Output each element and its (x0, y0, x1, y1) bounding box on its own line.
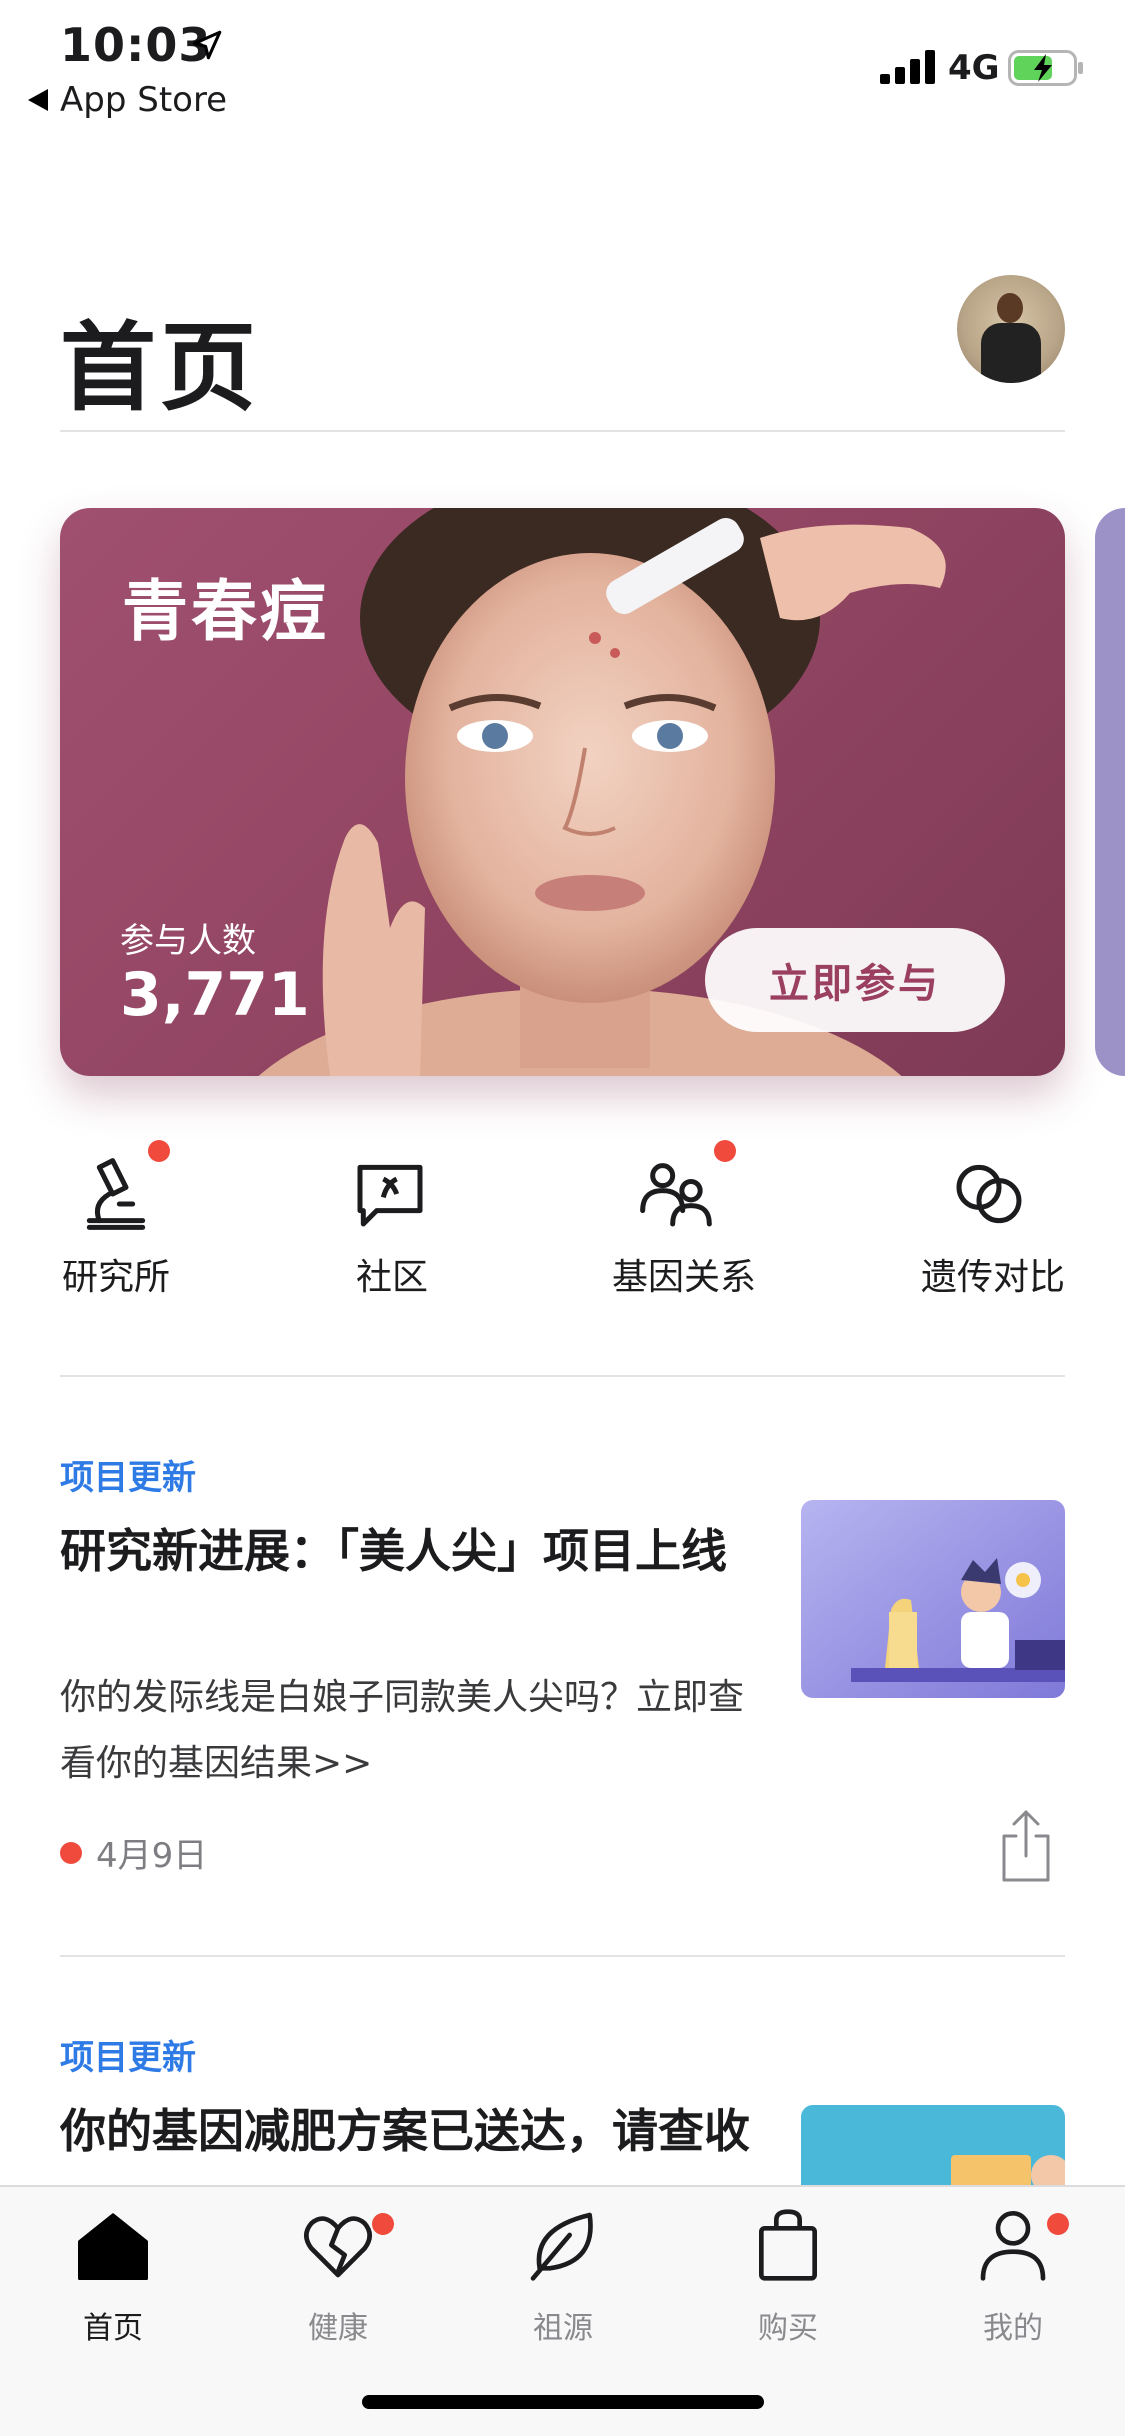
tab-home[interactable]: 首页 (33, 2205, 193, 2355)
actions-divider (60, 1375, 1065, 1377)
tab-ancestry[interactable]: 祖源 (483, 2205, 643, 2355)
tab-me[interactable]: 我的 (933, 2205, 1093, 2355)
heart-icon (304, 2216, 372, 2278)
network-type: 4G (948, 48, 1000, 88)
tab-health[interactable]: 健康 (258, 2205, 418, 2355)
header-divider (60, 430, 1065, 432)
status-time: 10:03 (60, 18, 212, 72)
article-meta: 4月9日 (60, 1828, 207, 1877)
action-gene-relations[interactable]: 基因关系 (600, 1140, 820, 1310)
compare-circles-icon (956, 1164, 1022, 1224)
shopping-bag-icon (759, 2209, 817, 2281)
hero-title: 青春痘 (122, 573, 329, 650)
article-title: 你的基因减肥方案已送达，请查收 (60, 2104, 750, 2158)
join-now-button[interactable]: 立即参与 (705, 928, 1005, 1032)
tab-label: 首页 (83, 2311, 143, 2346)
microscope-icon (86, 1158, 146, 1230)
leaf-icon (530, 2212, 593, 2281)
participants-label: 参与人数 (120, 921, 256, 961)
article-thumbnail (801, 2105, 1065, 2190)
action-label: 社区 (356, 1257, 429, 1298)
article-description: 你的发际线是白娘子同款美人尖吗？立即查看你的基因结果>> (60, 1677, 745, 1784)
next-hero-card-peek[interactable] (1095, 508, 1125, 1076)
people-icon (640, 1163, 712, 1227)
back-app-label: App Store (60, 80, 228, 120)
unread-dot (60, 1841, 82, 1864)
person-icon (980, 2211, 1046, 2281)
signal-bars-icon (880, 50, 935, 84)
tab-purchase[interactable]: 购买 (708, 2205, 868, 2355)
action-research-institute[interactable]: 研究所 (40, 1140, 260, 1310)
page-title: 首页 (60, 312, 260, 424)
back-arrow-icon (28, 89, 48, 111)
article-date: 4月9日 (96, 1836, 208, 1876)
article-category: 项目更新 (60, 1458, 196, 1498)
action-label: 遗传对比 (921, 1257, 1066, 1298)
participants-count: 3,771 (120, 960, 310, 1030)
article-thumbnail (801, 1500, 1065, 1698)
home-indicator (362, 2395, 764, 2409)
share-icon[interactable] (998, 1808, 1054, 1884)
action-label: 研究所 (62, 1257, 171, 1298)
hero-card-acne[interactable]: 青春痘 参与人数 3,771 立即参与 (60, 508, 1065, 1076)
location-arrow-icon (192, 30, 222, 60)
article-category: 项目更新 (60, 2038, 196, 2078)
article-divider (60, 1955, 1065, 1957)
action-label: 基因关系 (612, 1257, 757, 1298)
tab-label: 我的 (983, 2311, 1043, 2346)
badge-dot (714, 1140, 736, 1162)
avatar[interactable] (957, 275, 1065, 383)
tab-label: 购买 (758, 2311, 818, 2346)
badge-dot (372, 2213, 394, 2235)
home-icon (78, 2213, 148, 2280)
quick-actions: 研究所 社区 基因关系 遗传对比 (0, 1140, 1125, 1310)
back-to-app-store[interactable]: App Store (28, 80, 227, 120)
tab-label: 祖源 (533, 2311, 593, 2346)
badge-dot (148, 1140, 170, 1162)
article-title: 研究新进展：「美人尖」项目上线 (60, 1524, 727, 1578)
badge-dot (1047, 2213, 1069, 2235)
status-bar: 10:03 App Store 4G (0, 0, 1125, 130)
article-card[interactable]: 项目更新 研究新进展：「美人尖」项目上线 你的发际线是白娘子同款美人尖吗？立即查… (60, 1450, 1065, 1930)
action-community[interactable]: 社区 (318, 1140, 538, 1310)
battery-charging-icon (1008, 50, 1083, 86)
action-genetic-compare[interactable]: 遗传对比 (905, 1140, 1125, 1310)
tab-label: 健康 (308, 2311, 368, 2346)
chat-bubble-icon (357, 1164, 423, 1227)
article-card[interactable]: 项目更新 你的基因减肥方案已送达，请查收 (60, 2030, 1065, 2190)
